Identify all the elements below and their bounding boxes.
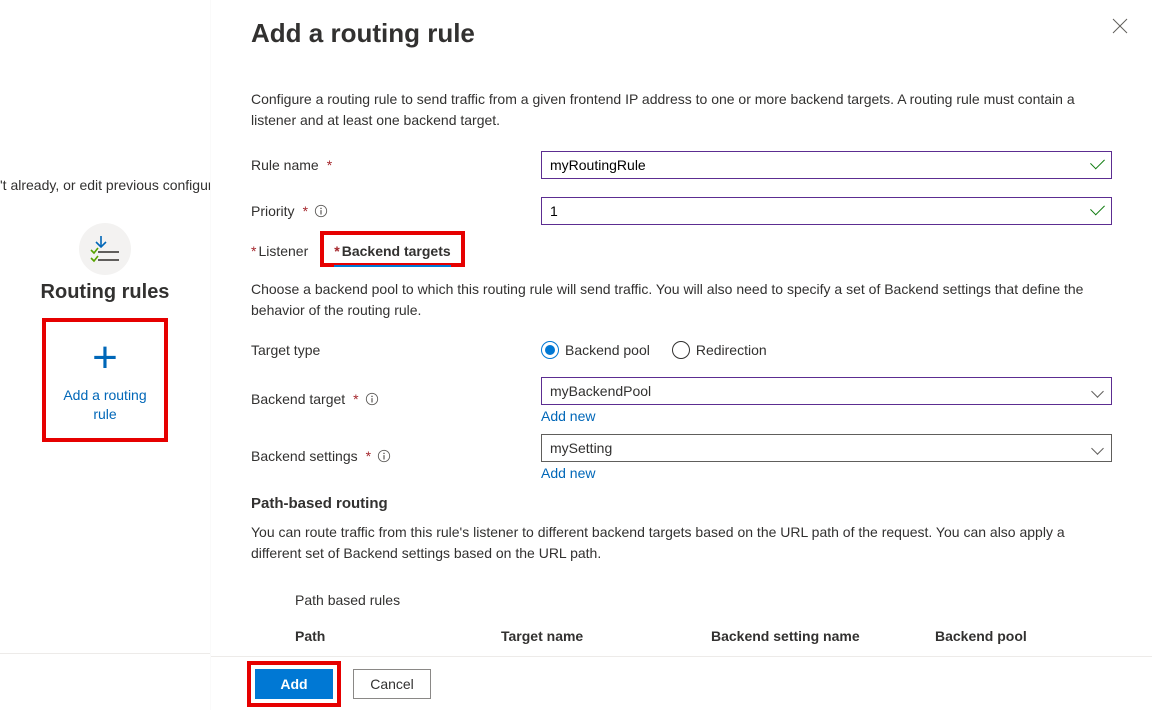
required-asterisk: * bbox=[327, 157, 332, 173]
row-priority: Priority * bbox=[251, 197, 1112, 225]
required-asterisk: * bbox=[366, 448, 371, 464]
target-type-radio-group: Backend pool Redirection bbox=[541, 341, 1112, 359]
row-backend-target: Backend target * myBackendPool Add new bbox=[251, 377, 1112, 424]
col-backend-setting-name: Backend setting name bbox=[711, 628, 935, 644]
col-target-name: Target name bbox=[501, 628, 711, 644]
add-routing-rule-tile-label: Add a routingrule bbox=[63, 386, 146, 424]
add-button[interactable]: Add bbox=[255, 669, 333, 699]
required-asterisk: * bbox=[334, 243, 339, 259]
add-routing-rule-tile[interactable]: + Add a routingrule bbox=[42, 318, 168, 442]
path-based-routing-description: You can route traffic from this rule's l… bbox=[251, 522, 1112, 564]
row-rule-name: Rule name * bbox=[251, 151, 1112, 179]
row-backend-settings: Backend settings * mySetting Add new bbox=[251, 434, 1112, 481]
required-asterisk: * bbox=[251, 243, 256, 259]
info-icon[interactable] bbox=[365, 392, 379, 406]
col-backend-pool: Backend pool bbox=[935, 628, 1112, 644]
routing-rules-icon bbox=[79, 223, 131, 275]
required-asterisk: * bbox=[303, 203, 308, 219]
plus-icon: + bbox=[92, 336, 118, 380]
rule-name-input[interactable] bbox=[541, 151, 1112, 179]
info-icon[interactable] bbox=[377, 449, 391, 463]
routing-rules-heading: Routing rules bbox=[0, 281, 210, 304]
radio-circle-icon bbox=[672, 341, 690, 359]
backend-target-select[interactable]: myBackendPool bbox=[541, 377, 1112, 405]
priority-input[interactable] bbox=[541, 197, 1112, 225]
backend-settings-select[interactable]: mySetting bbox=[541, 434, 1112, 462]
tab-listener[interactable]: *Listener bbox=[251, 243, 308, 265]
label-priority: Priority bbox=[251, 203, 295, 219]
panel-description: Configure a routing rule to send traffic… bbox=[251, 89, 1112, 131]
close-icon[interactable] bbox=[1112, 18, 1128, 37]
panel-header: Add a routing rule bbox=[211, 0, 1152, 49]
label-rule-name: Rule name bbox=[251, 157, 319, 173]
radio-backend-pool-label: Backend pool bbox=[565, 342, 650, 358]
radio-circle-icon bbox=[541, 341, 559, 359]
row-target-type: Target type Backend pool Redirection bbox=[251, 341, 1112, 359]
path-based-routing-heading: Path-based routing bbox=[251, 495, 1112, 512]
radio-redirection-label: Redirection bbox=[696, 342, 767, 358]
label-backend-settings: Backend settings bbox=[251, 448, 358, 464]
add-new-backend-target-link[interactable]: Add new bbox=[541, 408, 595, 424]
tab-backend-targets-label: Backend targets bbox=[342, 243, 451, 259]
left-column: 't already, or edit previous configura R… bbox=[0, 0, 210, 710]
info-icon[interactable] bbox=[314, 204, 328, 218]
label-backend-target: Backend target bbox=[251, 391, 345, 407]
path-rules-table: Path based rules Path Target name Backen… bbox=[251, 592, 1112, 644]
add-routing-rule-panel: Add a routing rule Configure a routing r… bbox=[210, 0, 1152, 710]
radio-redirection[interactable]: Redirection bbox=[672, 341, 767, 359]
required-asterisk: * bbox=[353, 391, 358, 407]
add-new-backend-settings-link[interactable]: Add new bbox=[541, 465, 595, 481]
tabs: *Listener *Backend targets bbox=[251, 239, 1112, 265]
cancel-button[interactable]: Cancel bbox=[353, 669, 431, 699]
label-target-type: Target type bbox=[251, 342, 320, 358]
panel-footer: Add Cancel bbox=[211, 656, 1152, 710]
path-rules-table-headers: Path Target name Backend setting name Ba… bbox=[295, 628, 1112, 644]
panel-title: Add a routing rule bbox=[251, 18, 1112, 49]
tab-description: Choose a backend pool to which this rout… bbox=[251, 279, 1112, 321]
tab-listener-label: Listener bbox=[258, 243, 308, 259]
col-path: Path bbox=[295, 628, 501, 644]
tab-highlight-box: *Backend targets bbox=[320, 231, 464, 267]
panel-body: Configure a routing rule to send traffic… bbox=[211, 49, 1152, 644]
path-rules-table-title: Path based rules bbox=[295, 592, 1112, 608]
truncated-help-text: 't already, or edit previous configura bbox=[0, 177, 210, 193]
tab-backend-targets[interactable]: *Backend targets bbox=[334, 243, 450, 267]
add-button-highlight: Add bbox=[247, 661, 341, 707]
radio-backend-pool[interactable]: Backend pool bbox=[541, 341, 650, 359]
